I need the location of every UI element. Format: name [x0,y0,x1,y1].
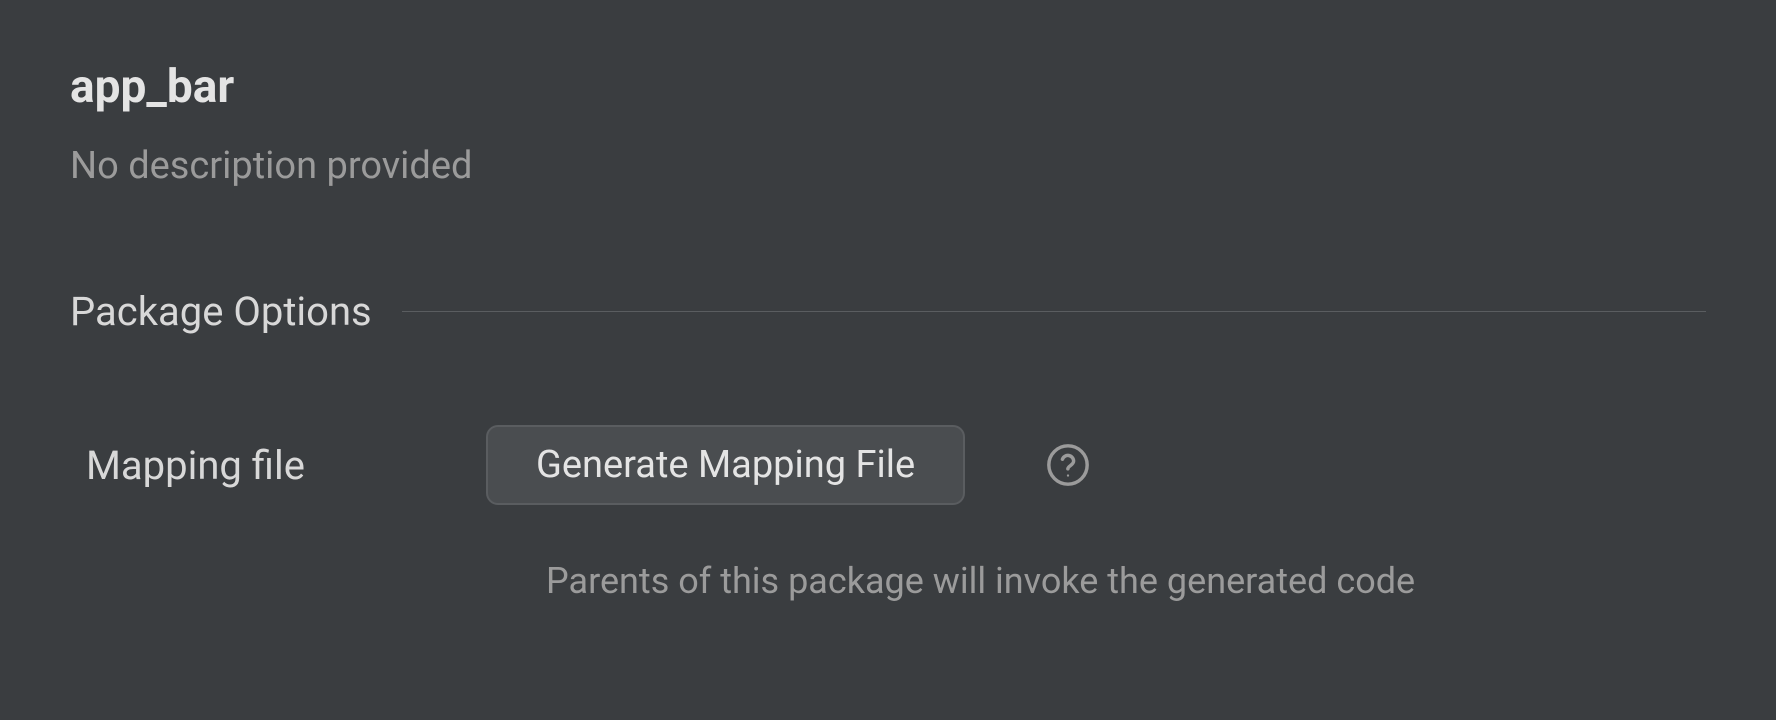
generate-mapping-file-button[interactable]: Generate Mapping File [486,425,965,505]
package-title: app_bar [70,60,1706,114]
package-description: No description provided [70,144,1706,188]
mapping-file-row: Mapping file Generate Mapping File [70,425,1706,505]
section-header: Package Options [70,288,1706,335]
section-divider [402,311,1706,312]
mapping-file-hint: Parents of this package will invoke the … [486,560,1706,602]
mapping-file-hint-row: Parents of this package will invoke the … [70,560,1706,602]
section-title: Package Options [70,288,372,335]
help-icon[interactable] [1045,442,1091,488]
mapping-file-label: Mapping file [86,442,486,489]
